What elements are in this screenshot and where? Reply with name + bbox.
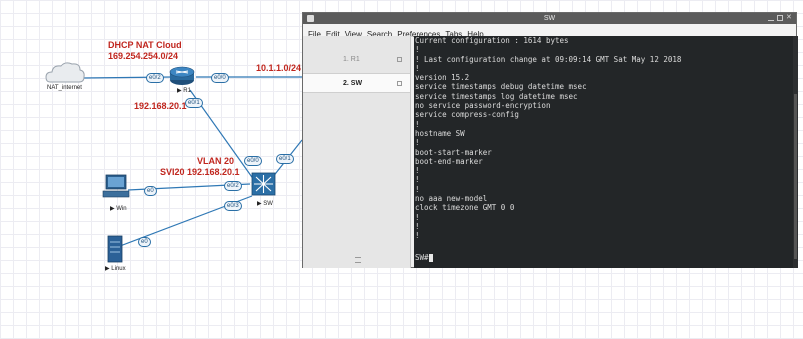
- cloud-icon[interactable]: [45, 62, 85, 83]
- linux-name-label: ▶ Linux: [105, 266, 126, 272]
- port-linux[interactable]: e0: [138, 237, 151, 247]
- tab-r1[interactable]: 1. R1: [303, 50, 410, 70]
- console-line: service compress-config: [415, 110, 519, 120]
- console-line: service timestamps debug datetime msec: [415, 82, 587, 92]
- title-bar[interactable]: SW ✕: [303, 13, 796, 24]
- switch-name-label: ▶ SW: [257, 201, 273, 207]
- session-sidebar: 1. R1 2. SW: [303, 36, 411, 268]
- console-line: no service password-encryption: [415, 101, 551, 111]
- console-line: !: [415, 63, 420, 73]
- port-sw-right[interactable]: e0/1: [276, 154, 294, 164]
- close-icon[interactable]: ✕: [786, 14, 792, 21]
- port-r1-down[interactable]: e0/1: [185, 98, 203, 108]
- console-line: !: [415, 175, 420, 185]
- switch-name-text: SW: [263, 201, 273, 207]
- terminal-window[interactable]: SW ✕ File Edit View Search Preferences Tabs He…: [302, 12, 798, 268]
- switch-icon[interactable]: [251, 172, 276, 196]
- port-sw-linux[interactable]: e0/3: [224, 201, 242, 211]
- port-r1-cloud[interactable]: e0/2: [146, 73, 164, 83]
- terminal-console[interactable]: Current configuration : 1614 bytes!! Las…: [414, 36, 798, 268]
- win-name-text: Win: [116, 206, 127, 212]
- router-name-text: R1: [183, 88, 191, 94]
- tab-sw-close-icon[interactable]: [397, 81, 402, 86]
- console-line: !: [415, 45, 420, 55]
- cloud-subnet-label: 169.254.254.0/24: [108, 51, 179, 61]
- port-win[interactable]: e0: [144, 186, 157, 196]
- port-sw-up[interactable]: e0/0: [244, 156, 262, 166]
- tab-r1-close-icon[interactable]: [397, 57, 402, 62]
- router-icon[interactable]: [169, 66, 195, 85]
- maximize-icon[interactable]: [777, 15, 783, 21]
- console-line: !: [415, 166, 420, 176]
- console-line: no aaa new-model: [415, 194, 488, 204]
- tab-sw-label: 2. SW: [343, 80, 363, 87]
- console-line: ! Last configuration change at 09:09:14 …: [415, 54, 682, 64]
- console-line: !: [415, 212, 420, 222]
- console-output: Current configuration : 1614 bytes!! Las…: [415, 36, 681, 241]
- menu-bar: File Edit View Search Preferences Tabs Help: [303, 24, 796, 39]
- console-line: version 15.2: [415, 73, 470, 83]
- console-line: !: [415, 184, 420, 194]
- console-line: !: [415, 138, 420, 148]
- computer-icon[interactable]: [102, 174, 130, 198]
- console-line: !: [415, 231, 420, 241]
- minimize-icon[interactable]: [768, 15, 774, 21]
- window-title: SW: [543, 15, 556, 22]
- console-line: clock timezone GMT 0 0: [415, 203, 515, 213]
- console-line: service timestamps log datetime msec: [415, 91, 578, 101]
- win-name-label: ▶ Win: [110, 206, 127, 212]
- console-line: boot-start-marker: [415, 147, 492, 157]
- svi-label: SVI20 192.168.20.1: [160, 167, 240, 177]
- linux-name-text: Linux: [111, 266, 126, 272]
- tab-sw[interactable]: 2. SW: [303, 73, 410, 93]
- port-r1-right[interactable]: e0/0: [211, 73, 229, 83]
- text-cursor: [428, 254, 433, 262]
- console-line: hostname SW: [415, 128, 465, 138]
- cloud-title-label: DHCP NAT Cloud: [108, 40, 182, 50]
- r1-e01-ip-label: 192.168.20.1: [134, 101, 187, 111]
- console-line: !: [415, 221, 420, 231]
- console-prompt[interactable]: SW#: [415, 253, 433, 262]
- sidebar-menu-icon[interactable]: [355, 257, 361, 263]
- port-sw-win[interactable]: e0/2: [224, 181, 242, 191]
- vlan-label: VLAN 20: [197, 156, 235, 166]
- server-icon[interactable]: [107, 235, 123, 263]
- console-scrollbar[interactable]: [793, 36, 798, 268]
- console-line: boot-end-marker: [415, 156, 483, 166]
- router-name-label: ▶ R1: [177, 88, 191, 94]
- scrollbar-thumb[interactable]: [794, 94, 797, 259]
- console-line: Current configuration : 1614 bytes: [415, 36, 569, 45]
- r1-e02-subnet-label: 10.1.1.0/24: [256, 63, 302, 73]
- tab-r1-label: 1. R1: [343, 56, 360, 63]
- console-line: !: [415, 119, 420, 129]
- cloud-name-label: NAT_internet: [47, 85, 82, 91]
- prompt-text: SW#: [415, 253, 429, 262]
